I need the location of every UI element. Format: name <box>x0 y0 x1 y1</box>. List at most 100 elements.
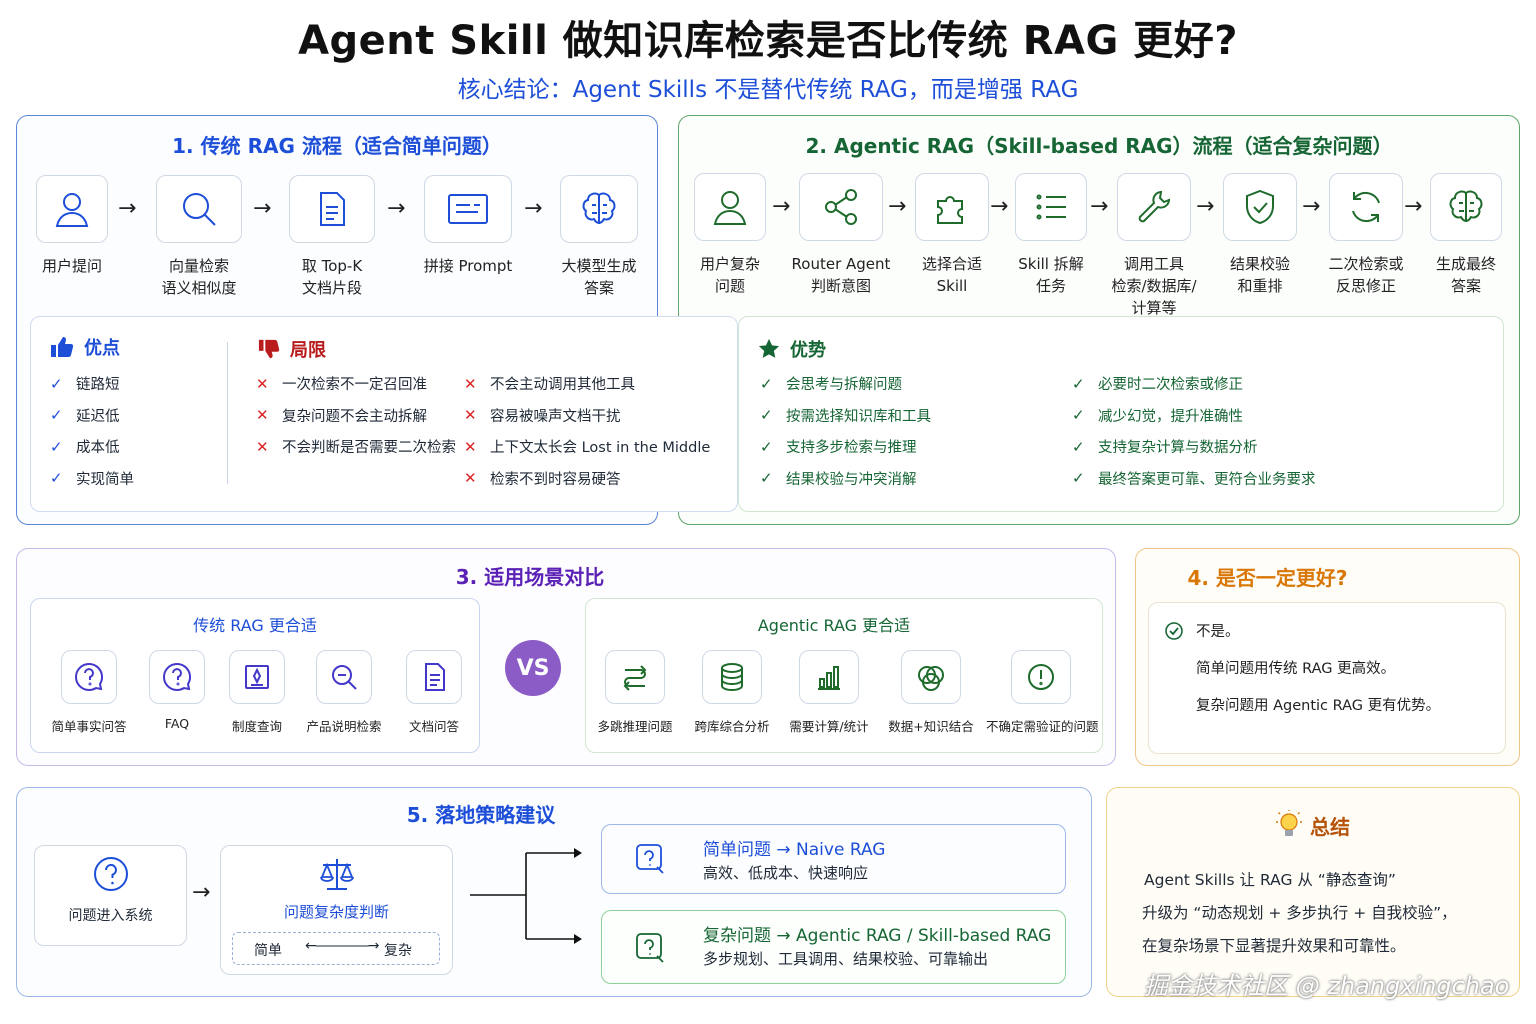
route1-desc: 高效、低成本、快速响应 <box>703 864 869 882</box>
vs-badge: VS <box>505 640 561 696</box>
step-topk: 取 Top-K 文档片段 <box>285 175 379 299</box>
step-router-agent: Router Agent 判断意图 <box>786 173 896 297</box>
search-icon <box>156 175 242 243</box>
check-icon: ✓ <box>1072 374 1085 393</box>
thumbs-down-icon <box>258 339 280 359</box>
cross-icon: ✕ <box>256 374 269 393</box>
scenario-data-knowledge: 数据+知识结合 <box>884 650 978 735</box>
thumbs-up-icon <box>51 337 74 357</box>
cross-icon: ✕ <box>464 374 477 393</box>
list-icon <box>1015 173 1087 241</box>
advantages-header: 优势 <box>758 336 826 362</box>
arrow-icon: → <box>1404 194 1423 219</box>
scale-icon <box>319 859 354 890</box>
cons-header: 局限 <box>258 336 326 362</box>
advantages-list-left: ✓ 会思考与拆解问题 ✓ 按需选择知识库和工具 ✓ 支持多步检索与推理 ✓ 结果校验与冲… <box>760 374 931 488</box>
section2-title: 2. Agentic RAG（Skill-based RAG）流程（适合复杂问题… <box>805 134 1393 158</box>
pros-list: ✓ 链路短 ✓ 延迟低 ✓ 成本低 ✓ 实现简单 <box>50 374 134 488</box>
document-icon <box>406 650 462 704</box>
page-title: Agent Skill 做知识库检索是否比传统 RAG 更好? <box>298 18 1238 64</box>
brain-icon <box>560 175 638 243</box>
scenario-uncertain: 不确定需验证的问题 <box>986 650 1099 735</box>
cross-icon: ✕ <box>464 469 477 488</box>
simple-label: 简单 <box>254 943 282 959</box>
check-icon: ✓ <box>1072 469 1085 488</box>
scenario-compute: 需要计算/统计 <box>784 650 874 735</box>
summary-line3: 在复杂场景下显著提升效果和可靠性。 <box>1142 937 1406 955</box>
database-icon <box>702 650 762 704</box>
scenario-product-search: 产品说明检索 <box>302 650 386 735</box>
step-verify-rerank: 结果校验 和重排 <box>1220 173 1300 297</box>
arrow-icon: → <box>387 196 406 221</box>
step-llm-answer: 大模型生成 答案 <box>553 175 645 299</box>
brain-icon <box>1430 173 1502 241</box>
route2-desc: 多步规划、工具调用、结果校验、可靠输出 <box>703 950 989 968</box>
document-icon <box>289 175 375 243</box>
cross-icon: ✕ <box>256 437 269 456</box>
arrow-icon: → <box>253 196 272 221</box>
policy-icon <box>229 650 285 704</box>
branch-connector <box>470 848 582 944</box>
section1-title: 1. 传统 RAG 流程（适合简单问题） <box>172 134 502 158</box>
step-complex-question: 用户复杂 问题 <box>690 173 770 297</box>
arrow-icon: → <box>118 196 137 221</box>
cross-icon: ✕ <box>464 406 477 425</box>
judge-node: 问题复杂度判断 <box>220 855 453 922</box>
arrow-icon: → <box>524 196 543 221</box>
cons-list-right: ✕ 不会主动调用其他工具 ✕ 容易被噪声文档干扰 ✕ 上下文太长会 Lost in t… <box>464 374 711 488</box>
page-subtitle: 核心结论：Agent Skills 不是替代传统 RAG，而是增强 RAG <box>457 77 1079 103</box>
user-icon <box>694 173 766 241</box>
route2-title: 复杂问题 → Agentic RAG / Skill-based RAG <box>703 926 1052 946</box>
step-skill-split: Skill 拆解 任务 <box>1012 173 1090 297</box>
step-reflect: 二次检索或 反思修正 <box>1322 173 1410 297</box>
bar-chart-icon <box>799 650 859 704</box>
check-icon: ✓ <box>1072 437 1085 456</box>
arrow-icon: → <box>990 194 1009 219</box>
summary-header: 总结 <box>1106 810 1520 840</box>
question-icon <box>149 650 205 704</box>
step-vector-search: 向量检索 语义相似度 <box>150 175 248 299</box>
check-icon: ✓ <box>50 374 63 393</box>
section4-title: 4. 是否一定更好? <box>1187 566 1348 590</box>
entry-node: 问题进入系统 <box>34 855 187 925</box>
prompt-window-icon <box>424 175 512 243</box>
simple-route-icon <box>633 841 667 879</box>
arrow-icon: → <box>192 880 211 905</box>
answer-line2: 复杂问题用 Agentic RAG 更有优势。 <box>1196 698 1441 714</box>
step-final-answer: 生成最终 答案 <box>1428 173 1504 297</box>
scenario-cross-db: 跨库综合分析 <box>690 650 774 735</box>
cross-icon: ✕ <box>464 437 477 456</box>
section3-title: 3. 适用场景对比 <box>455 565 605 589</box>
scenario-simple-qa: 简单事实问答 <box>46 650 132 735</box>
arrow-icon: → <box>1302 194 1321 219</box>
puzzle-icon <box>915 173 989 241</box>
step-user-question: 用户提问 <box>30 175 114 277</box>
divider <box>227 342 228 484</box>
scenario-multihop: 多跳推理问题 <box>592 650 678 735</box>
check-icon: ✓ <box>50 469 63 488</box>
summary-line2: 升级为 “动态规划 + 多步执行 + 自我校验”， <box>1142 904 1457 922</box>
agentic-scenarios-title: Agentic RAG 更合适 <box>757 616 911 635</box>
check-circle-icon <box>1165 621 1183 640</box>
scenario-policy: 制度查询 <box>224 650 290 735</box>
check-icon: ✓ <box>760 374 773 393</box>
scenario-faq: FAQ <box>146 650 208 731</box>
check-icon: ✓ <box>50 406 63 425</box>
alert-icon <box>1011 650 1071 704</box>
check-icon: ✓ <box>50 437 63 456</box>
overlap-icon <box>901 650 961 704</box>
refresh-icon <box>1329 173 1403 241</box>
answer-row: 不是。 <box>1164 620 1240 641</box>
double-arrow-icon: ←――――→ <box>305 938 379 954</box>
star-icon <box>758 338 780 358</box>
route1-title: 简单问题 → Naive RAG <box>703 840 886 860</box>
user-icon <box>36 175 108 243</box>
check-icon: ✓ <box>760 437 773 456</box>
arrow-icon: → <box>888 194 907 219</box>
step-select-skill: 选择合适 Skill <box>912 173 992 297</box>
pros-header: 优点 <box>50 334 120 360</box>
answer-line1: 简单问题用传统 RAG 更高效。 <box>1196 661 1396 677</box>
shield-check-icon <box>1223 173 1297 241</box>
scenario-doc-qa: 文档问答 <box>402 650 466 735</box>
arrow-icon: → <box>1196 194 1215 219</box>
